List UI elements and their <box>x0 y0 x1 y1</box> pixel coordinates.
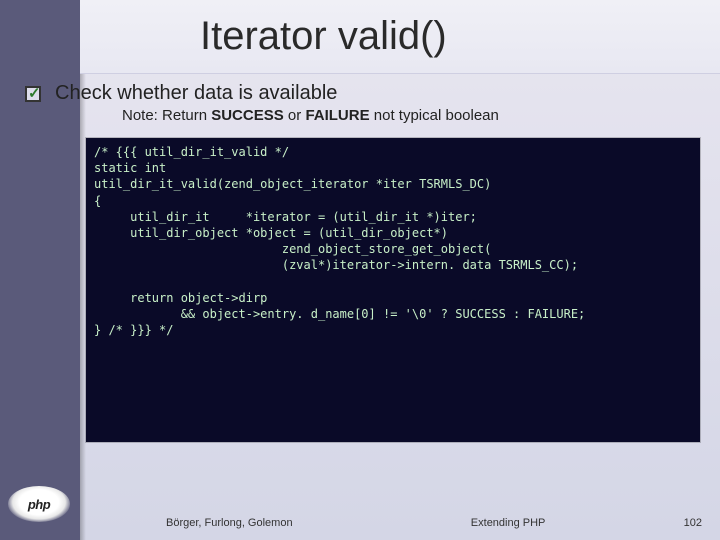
bullet-text: Check whether data is available <box>55 82 337 105</box>
note-keyword-failure: FAILURE <box>305 107 369 124</box>
note-keyword-success: SUCCESS <box>211 107 284 124</box>
title-bar: Iterator valid() <box>80 0 720 74</box>
note-line: Note: Return SUCCESS or FAILURE not typi… <box>122 107 720 124</box>
note-suffix: not typical boolean <box>370 107 499 124</box>
slide: php Iterator valid() Check whether data … <box>0 0 720 540</box>
note-mid: or <box>284 107 306 124</box>
php-logo-text: php <box>28 497 50 512</box>
note-prefix: Note: Return <box>122 107 211 124</box>
footer-authors: Börger, Furlong, Golemon <box>166 517 293 529</box>
slide-body: Check whether data is available Note: Re… <box>80 74 720 442</box>
checkbox-checked-icon <box>25 86 41 102</box>
php-logo: php <box>8 486 70 522</box>
footer: Börger, Furlong, Golemon Extending PHP 1… <box>166 514 710 532</box>
footer-title: Extending PHP <box>293 517 684 529</box>
sidebar: php <box>0 0 80 540</box>
main-content: Iterator valid() Check whether data is a… <box>80 0 720 540</box>
code-block: /* {{{ util_dir_it_valid */ static int u… <box>86 138 700 442</box>
bullet-row: Check whether data is available <box>25 82 720 105</box>
slide-title: Iterator valid() <box>200 14 447 59</box>
footer-page-number: 102 <box>684 517 710 529</box>
